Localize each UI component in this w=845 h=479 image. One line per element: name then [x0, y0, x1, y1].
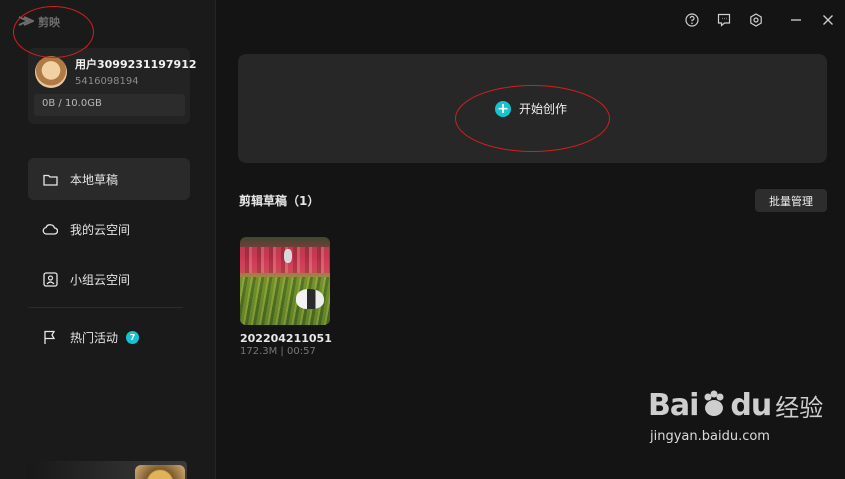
watermark-brand: Bai	[648, 388, 699, 423]
watermark-cn: 经验	[775, 394, 824, 422]
start-create-label: 开始创作	[519, 102, 568, 116]
draft-name: 202204211051	[240, 332, 332, 345]
storage-text: 0B / 10.0GB	[42, 98, 102, 109]
close-icon[interactable]	[817, 10, 839, 30]
feedback-icon[interactable]	[713, 10, 735, 30]
watermark-url: jingyan.baidu.com	[650, 429, 770, 444]
minimize-icon[interactable]	[785, 10, 807, 30]
app-name: 剪映	[38, 15, 60, 29]
team-cloud-icon	[42, 271, 58, 287]
sidebar-divider	[28, 307, 183, 308]
user-id: 5416098194	[75, 76, 139, 87]
storage-indicator: 0B / 10.0GB	[34, 94, 185, 116]
flag-icon	[42, 329, 58, 345]
paw-icon	[699, 389, 729, 423]
sidebar-item-label: 小组云空间	[70, 272, 131, 287]
sidebar-item-label: 我的云空间	[70, 222, 131, 237]
sidebar-item-label: 热门活动	[70, 330, 119, 345]
draft-meta: 172.3M | 00:57	[240, 346, 316, 357]
draft-thumbnail[interactable]	[240, 237, 330, 325]
app-logo: 剪映	[18, 12, 60, 31]
watermark-brand-2: du	[730, 388, 772, 423]
window-controls	[681, 10, 839, 30]
promo-banner[interactable]	[27, 461, 187, 479]
cloud-icon	[42, 221, 58, 237]
draft-card[interactable]: 202204211051 172.3M | 00:57	[240, 237, 332, 357]
start-create-button[interactable]: + 开始创作	[495, 100, 567, 117]
sidebar-item-label: 本地草稿	[70, 172, 119, 187]
help-icon[interactable]	[681, 10, 703, 30]
notification-badge: 7	[126, 330, 140, 344]
sidebar-item-hot-events[interactable]: 热门活动 7	[28, 316, 190, 358]
username: 用户3099231197912	[75, 58, 197, 71]
sidebar-item-local-drafts[interactable]: 本地草稿	[28, 158, 190, 200]
sidebar-item-team-cloud[interactable]: 小组云空间	[28, 258, 190, 300]
folder-icon	[42, 171, 58, 187]
plus-icon: +	[495, 100, 511, 117]
sidebar-item-my-cloud[interactable]: 我的云空间	[28, 208, 190, 250]
avatar[interactable]	[35, 56, 67, 88]
user-card[interactable]: 用户3099231197912 5416098194 0B / 10.0GB	[28, 48, 197, 124]
batch-manage-button[interactable]: 批量管理	[755, 189, 827, 212]
baidu-jingyan-watermark: Bai du 经验 jingyan.baidu.com	[648, 388, 823, 444]
promo-image	[135, 465, 185, 479]
sidebar: 剪映 用户3099231197912 5416098194 0B / 10.0G…	[0, 0, 216, 479]
settings-icon[interactable]	[745, 10, 767, 30]
drafts-section-title: 剪辑草稿（1）	[239, 194, 320, 208]
capcut-logo-icon	[18, 12, 36, 31]
create-panel[interactable]: + 开始创作	[238, 54, 827, 163]
